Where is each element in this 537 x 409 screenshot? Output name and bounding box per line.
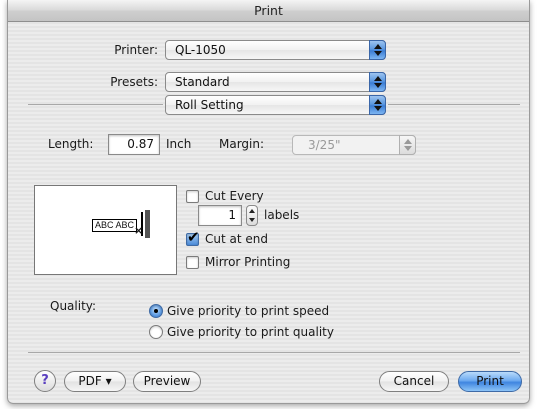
printer-value: QL-1050 — [175, 43, 226, 57]
mirror-printing-checkbox[interactable] — [186, 256, 199, 269]
cut-at-end-label: Cut at end — [205, 232, 268, 246]
footer-divider — [28, 352, 520, 353]
quality-label: Quality: — [50, 299, 97, 313]
mirror-printing-label: Mirror Printing — [205, 255, 291, 269]
presets-value: Standard — [175, 75, 230, 89]
print-button[interactable]: Print — [458, 371, 522, 392]
margin-popup[interactable]: 3/25" — [292, 135, 416, 155]
cut-every-unit: labels — [264, 208, 300, 222]
cut-mark-icon: × — [134, 224, 144, 237]
cut-every-label: Cut Every — [205, 189, 264, 203]
cut-every-count-field[interactable]: 1 — [198, 205, 242, 226]
length-field[interactable]: 0.87 — [108, 134, 160, 155]
popup-arrows-icon — [369, 40, 386, 60]
cut-at-end-checkbox[interactable]: ✔ — [186, 229, 200, 246]
quality-speed-label: Give priority to print speed — [167, 304, 330, 318]
popup-arrows-icon — [369, 95, 386, 115]
preview-button[interactable]: Preview — [133, 371, 201, 392]
checkmark-icon: ✔ — [187, 228, 200, 246]
length-label: Length: — [48, 137, 94, 151]
window-title: Print — [8, 0, 529, 22]
quality-speed-radio[interactable] — [149, 304, 163, 318]
section-divider-right — [388, 104, 520, 105]
popup-arrows-icon — [369, 72, 386, 92]
cut-every-stepper[interactable] — [246, 205, 258, 226]
cutter-bar-icon — [145, 210, 150, 238]
margin-value: 3/25" — [308, 138, 341, 152]
label-preview: ABC ABC × — [34, 185, 177, 275]
popup-arrows-icon — [399, 135, 416, 155]
presets-popup[interactable]: Standard — [165, 72, 386, 92]
pdf-button[interactable]: PDF ▾ — [64, 371, 126, 392]
presets-label: Presets: — [110, 75, 158, 89]
quality-quality-label: Give priority to print quality — [167, 325, 334, 339]
length-unit: Inch — [166, 137, 192, 151]
section-value: Roll Setting — [175, 98, 244, 112]
cancel-button[interactable]: Cancel — [379, 371, 449, 392]
label-sample-text: ABC ABC — [92, 219, 138, 232]
section-popup[interactable]: Roll Setting — [165, 95, 386, 115]
section-divider-left — [28, 104, 163, 105]
margin-label: Margin: — [219, 137, 265, 151]
printer-popup[interactable]: QL-1050 — [165, 40, 386, 60]
cut-every-checkbox[interactable] — [186, 190, 199, 203]
quality-quality-radio[interactable] — [149, 325, 163, 339]
printer-label: Printer: — [114, 43, 158, 57]
print-dialog: Print Printer: QL-1050 Presets: Standard… — [7, 0, 530, 404]
help-button[interactable]: ? — [34, 370, 56, 392]
